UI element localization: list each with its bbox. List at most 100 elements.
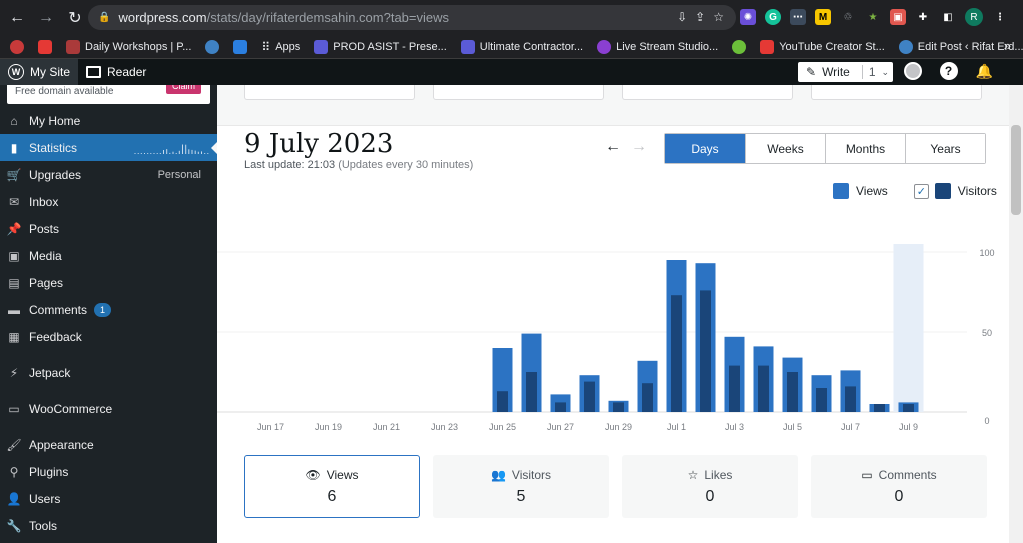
sidebar-item-media[interactable]: ▣ Media (0, 242, 217, 269)
summary-tab-comments[interactable]: ▭ Comments 0 (811, 455, 987, 518)
visitors-bar (526, 372, 537, 412)
bookmark[interactable] (10, 39, 24, 54)
sidebar-item-feedback[interactable]: ▦ Feedback (0, 323, 217, 350)
sidebar-item-posts[interactable]: 📌 Posts (0, 215, 217, 242)
grammarly-icon[interactable]: G (765, 9, 781, 25)
media-icon: ▣ (8, 248, 20, 263)
bookmark[interactable]: PROD ASIST - Prese... (314, 39, 447, 54)
address-bar[interactable]: 🔒 wordpress.com /stats/day/rifaterdemsah… (88, 5, 736, 30)
people-icon: 👥 (490, 467, 506, 482)
page-title: 9 July 2023 (244, 129, 394, 159)
tab-weeks[interactable]: Weeks (745, 134, 825, 163)
sparkline-bar (140, 153, 142, 154)
sparkline-bar (201, 151, 202, 154)
tab-months[interactable]: Months (825, 134, 905, 163)
tab-years[interactable]: Years (905, 134, 985, 163)
kebab-menu-icon[interactable]: ⋮ (992, 9, 1008, 25)
sidebar-item-appearance[interactable]: 🖌 Appearance (0, 431, 217, 458)
stats-sparkline (134, 144, 209, 154)
visitors-checkbox[interactable]: ✓ (913, 183, 929, 199)
extension-icon[interactable]: M (815, 9, 831, 25)
bookmark-star-icon[interactable]: ☆ (713, 10, 724, 24)
summary-tab-views[interactable]: 👁 Views 6 (244, 455, 420, 518)
puzzle-icon[interactable]: ✚ (915, 9, 931, 25)
brush-icon: 🖌 (6, 437, 22, 452)
my-site-link[interactable]: W My Site (0, 59, 79, 85)
write-count: 1 (868, 65, 876, 79)
plan-label: Personal (157, 168, 201, 181)
bookmark[interactable]: Ultimate Contractor... (460, 39, 583, 54)
highlight-card (811, 85, 982, 100)
chart-legend: Views ✓ Visitors (833, 183, 997, 199)
reader-link[interactable]: Reader (78, 59, 154, 85)
sidebar-item-plugins[interactable]: ⚲ Plugins (0, 458, 217, 485)
main-content: 9 July 2023 Last update: 21:03 (Updates … (217, 85, 1009, 543)
sidebar-item-jetpack[interactable]: ⚡ Jetpack (0, 359, 217, 386)
recycle-icon[interactable]: ♲ (840, 9, 856, 25)
sidebar-item-woocommerce[interactable]: ▭ WooCommerce (0, 395, 217, 422)
visitors-swatch (934, 183, 951, 199)
sidebar-item-inbox[interactable]: ✉ Inbox (0, 188, 217, 215)
install-icon[interactable]: ⇩ (677, 10, 687, 24)
bookmark[interactable] (205, 39, 220, 54)
wordpress-icon (205, 39, 220, 54)
scrollbar-thumb[interactable] (1011, 125, 1021, 215)
bookmark[interactable]: YouTube Creator St... (760, 39, 885, 54)
bookmark[interactable]: Live Stream Studio... (597, 39, 718, 54)
more-bookmarks-icon[interactable]: » (1004, 38, 1011, 53)
forward-arrow-icon[interactable]: → (34, 6, 58, 30)
sidebar-item-label: Jetpack (29, 365, 71, 380)
page-scrollbar[interactable] (1009, 85, 1023, 543)
woocommerce-icon: ▭ (8, 401, 20, 416)
cart-icon: 🛒 (6, 167, 22, 182)
wordpress-icon (898, 39, 913, 54)
sidebar-item-pages[interactable]: ▤ Pages (0, 269, 217, 296)
bookmark[interactable] (38, 39, 52, 54)
views-swatch (833, 183, 849, 199)
bookmark[interactable] (732, 39, 747, 54)
x-tick-label: Jun 25 (489, 422, 516, 432)
star-icon: ☆ (687, 467, 699, 482)
bookmark[interactable] (233, 39, 248, 54)
extension-icon[interactable]: ⋯ (790, 9, 806, 25)
house-icon: ⌂ (10, 113, 18, 128)
feedback-icon: ▦ (8, 329, 20, 344)
back-arrow-icon[interactable]: ← (5, 6, 29, 30)
sidebar-item-statistics[interactable]: ▮ Statistics (0, 134, 217, 161)
jetpack-icon: ⚡ (9, 365, 19, 380)
notifications-bell-icon[interactable]: 🔔 (976, 63, 993, 80)
summary-tab-visitors[interactable]: 👥 Visitors 5 (433, 455, 609, 518)
extension-icon[interactable]: ▣ (890, 9, 906, 25)
summary-tab-label: ☆ Likes (687, 467, 733, 482)
next-arrow-icon[interactable]: → (631, 138, 647, 156)
date-navigation: ← → (605, 138, 647, 156)
previous-arrow-icon[interactable]: ← (605, 138, 621, 156)
sparkline-bar (163, 150, 164, 154)
write-button[interactable]: ✎ Write 1 ⌄ (798, 62, 893, 82)
sidebar-item-tools[interactable]: 🔧 Tools (0, 512, 217, 539)
sidebar-item-my-home[interactable]: ⌂ My Home (0, 107, 217, 134)
pen-icon: ✎ (806, 65, 817, 79)
summary-tab-label: 👥 Visitors (490, 467, 552, 482)
star-extension-icon[interactable]: ★ (865, 9, 881, 25)
extension-icon[interactable]: ✺ (740, 9, 756, 25)
wordpress-logo-icon: W (8, 64, 24, 80)
reload-icon[interactable]: ↻ (63, 6, 87, 30)
sparkline-bar (159, 153, 161, 154)
tab-days[interactable]: Days (665, 134, 745, 163)
bookmark[interactable]: Daily Workshops | P... (66, 39, 191, 54)
sidebar-item-upgrades[interactable]: 🛒 Upgrades Personal (0, 161, 217, 188)
bookmark[interactable]: ⠿ Apps (261, 40, 300, 54)
profile-avatar[interactable]: R (965, 8, 983, 26)
share-icon[interactable]: ⇪ (695, 10, 705, 24)
help-icon[interactable]: ? (939, 62, 958, 80)
user-avatar[interactable] (903, 62, 922, 80)
plug-icon: ⚲ (9, 464, 19, 479)
claim-button[interactable]: Claim (165, 85, 201, 94)
sidebar-item-label: WooCommerce (29, 401, 113, 416)
sidebar-toggle-icon[interactable]: ◧ (940, 9, 956, 25)
summary-tab-likes[interactable]: ☆ Likes 0 (622, 455, 798, 518)
visitors-bar (584, 381, 595, 412)
sidebar-item-comments[interactable]: ▬ Comments 1 (0, 296, 217, 323)
sidebar-item-users[interactable]: 👤 Users (0, 485, 217, 512)
